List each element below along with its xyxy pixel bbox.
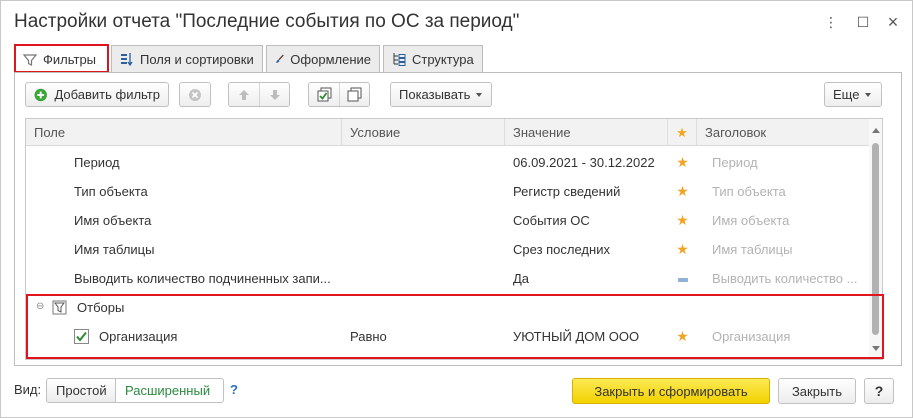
group-label: Отборы <box>77 300 125 315</box>
help-button[interactable]: ? <box>864 378 894 404</box>
uncheck-all-button[interactable] <box>339 83 369 106</box>
collapse-icon[interactable]: ⊖ <box>36 302 46 312</box>
row-header[interactable]: Организация <box>712 322 862 351</box>
row-header[interactable]: Тип объекта <box>712 177 862 206</box>
show-label: Показывать <box>399 87 471 102</box>
row-condition[interactable]: Равно <box>350 322 500 351</box>
check-buttons <box>308 82 370 107</box>
table-row[interactable]: Имя объекта События ОС ★ Имя объекта <box>26 206 868 235</box>
row-header[interactable]: Период <box>712 148 862 177</box>
funnel-icon <box>23 53 37 66</box>
column-value[interactable]: Значение <box>505 119 668 146</box>
view-extended-button[interactable]: Расширенный <box>116 378 224 403</box>
table-row[interactable]: Имя таблицы Срез последних ★ Имя таблицы <box>26 235 868 264</box>
row-value[interactable]: События ОС <box>513 206 663 235</box>
row-field: Имя объекта <box>74 213 152 228</box>
close-and-build-button[interactable]: Закрыть и сформировать <box>572 378 770 404</box>
move-buttons <box>228 82 290 107</box>
brush-icon <box>275 54 284 63</box>
view-simple-button[interactable]: Простой <box>46 378 116 403</box>
row-field: Период <box>74 155 120 170</box>
column-field[interactable]: Поле <box>26 119 342 146</box>
star-icon[interactable]: ★ <box>668 177 697 206</box>
row-field: Организация <box>99 329 178 344</box>
table-row[interactable]: Период 06.09.2021 - 30.12.2022 ★ Период <box>26 148 868 177</box>
close-icon[interactable]: × <box>884 13 902 31</box>
plus-circle-icon <box>34 88 47 101</box>
dash-icon[interactable] <box>668 264 697 293</box>
tab-fields-label: Поля и сортировки <box>140 51 254 67</box>
report-settings-window: Настройки отчета "Последние события по О… <box>0 0 913 418</box>
add-filter-button[interactable]: Добавить фильтр <box>25 82 169 107</box>
row-field: Имя таблицы <box>74 242 155 257</box>
check-all-icon <box>317 87 331 102</box>
group-row-filters[interactable]: ⊖ Отборы <box>26 293 868 322</box>
show-dropdown-button[interactable]: Показывать <box>390 82 492 107</box>
checkbox-checked-icon[interactable] <box>74 329 89 344</box>
row-value[interactable]: 06.09.2021 - 30.12.2022 <box>513 148 663 177</box>
table-row[interactable]: Выводить количество подчиненных запи... … <box>26 264 868 293</box>
filter-row-organization[interactable]: Организация Равно УЮТНЫЙ ДОМ ООО ★ Орган… <box>26 322 868 351</box>
star-icon[interactable]: ★ <box>668 322 697 351</box>
row-field: Выводить количество подчиненных запи... <box>74 271 331 286</box>
move-up-button[interactable] <box>229 83 259 106</box>
filters-table: Поле Условие Значение ★ Заголовок Период… <box>25 118 883 360</box>
table-header: Поле Условие Значение ★ Заголовок <box>26 119 882 146</box>
row-header[interactable]: Выводить количество ... <box>712 264 862 293</box>
column-condition[interactable]: Условие <box>342 119 505 146</box>
tab-structure-label: Структура <box>412 51 474 67</box>
row-value[interactable]: Срез последних <box>513 235 663 264</box>
uncheck-all-icon <box>347 87 362 102</box>
tab-fields-sorting[interactable]: Поля и сортировки <box>111 45 263 72</box>
add-filter-label: Добавить фильтр <box>54 87 160 102</box>
star-icon[interactable]: ★ <box>668 148 697 177</box>
vertical-scrollbar[interactable] <box>869 119 882 359</box>
tab-filters-label: Фильтры <box>43 52 97 67</box>
row-value[interactable]: Регистр сведений <box>513 177 663 206</box>
star-icon[interactable]: ★ <box>668 235 697 264</box>
fields-sort-icon <box>121 53 133 66</box>
star-icon[interactable]: ★ <box>668 206 697 235</box>
tab-design-label: Оформление <box>290 51 371 67</box>
column-star-icon[interactable]: ★ <box>668 119 697 146</box>
row-value[interactable]: УЮТНЫЙ ДОМ ООО <box>513 322 663 351</box>
more-dropdown-button[interactable]: Еще <box>824 82 882 107</box>
chevron-down-icon <box>476 92 483 97</box>
scroll-thumb[interactable] <box>872 143 879 335</box>
row-header[interactable]: Имя объекта <box>712 206 862 235</box>
delete-button[interactable] <box>179 82 211 107</box>
view-label: Вид: <box>14 382 42 397</box>
move-down-button[interactable] <box>259 83 289 106</box>
more-label: Еще <box>833 87 860 102</box>
help-link[interactable]: ? <box>230 382 238 397</box>
arrow-down-icon <box>269 89 280 100</box>
scroll-down-icon[interactable] <box>872 346 880 351</box>
table-row[interactable]: Тип объекта Регистр сведений ★ Тип объек… <box>26 177 868 206</box>
tab-structure[interactable]: Структура <box>383 45 483 72</box>
scroll-up-icon[interactable] <box>872 128 880 133</box>
delete-circle-icon <box>189 88 201 101</box>
close-button[interactable]: Закрыть <box>778 378 856 404</box>
structure-icon <box>393 53 406 66</box>
column-header[interactable]: Заголовок <box>697 119 868 146</box>
row-field: Тип объекта <box>74 184 148 199</box>
more-options-icon[interactable]: ⋮ <box>822 13 840 31</box>
tab-design[interactable]: Оформление <box>266 45 380 72</box>
maximize-icon[interactable]: ☐ <box>854 13 872 31</box>
chevron-down-icon <box>865 92 872 97</box>
row-value[interactable]: Да <box>513 264 663 293</box>
filter-group-icon <box>52 300 67 315</box>
window-title: Настройки отчета "Последние события по О… <box>14 11 520 32</box>
check-all-button[interactable] <box>309 83 339 106</box>
row-header[interactable]: Имя таблицы <box>712 235 862 264</box>
tab-filters[interactable]: Фильтры <box>14 45 108 73</box>
view-mode-switch: Простой Расширенный <box>46 378 224 403</box>
arrow-up-icon <box>239 89 249 100</box>
